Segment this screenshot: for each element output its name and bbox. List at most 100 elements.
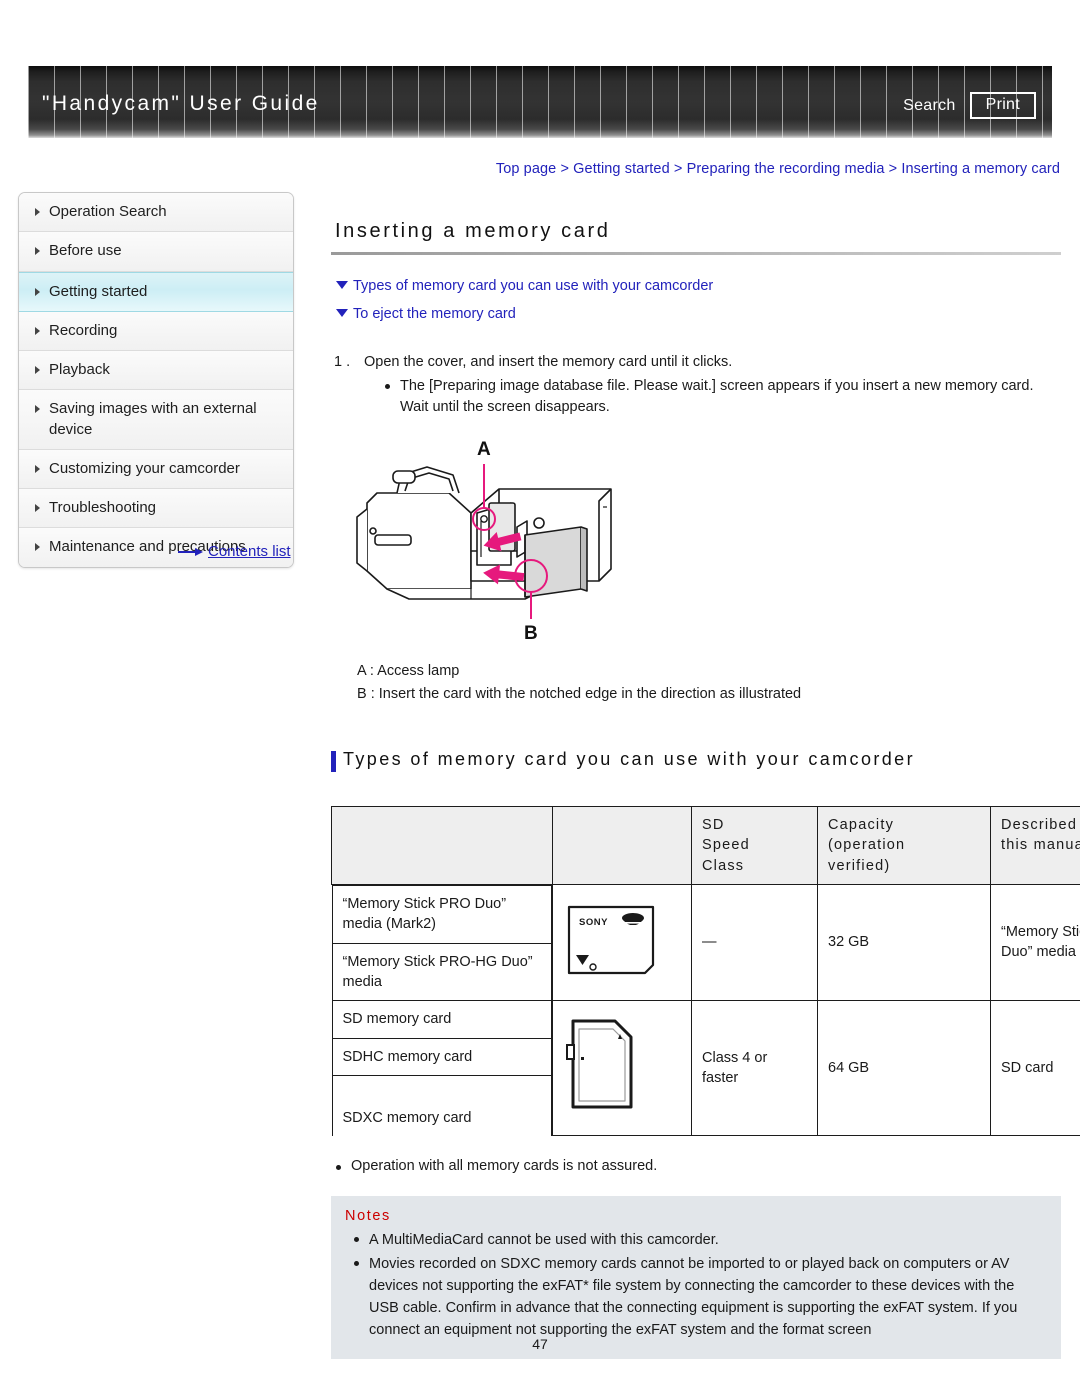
th-speed-line-1: SD [702,817,725,834]
card-name-sd: SD memory card [331,1000,552,1039]
card-name-sdhc: SDHC memory card [331,1037,552,1076]
th-capacity-line-1: Capacity [828,817,895,834]
sub-bullet: The [Preparing image database file. Plea… [383,376,1061,420]
sidebar-item-playback[interactable]: Playback [19,351,293,391]
table-body: “Memory Stick PRO Duo” media (Mark2) “Me… [331,884,1080,1137]
sd-names-table: SD memory card SDHC memory card SDXC mem… [331,1000,553,1136]
memory-stick-image-cell: SONY [552,884,692,1001]
step-number: 1 . [334,353,351,370]
chevron-right-icon [35,326,40,335]
th-capacity-line-3: verified) [828,857,891,874]
notes-title: Notes [345,1208,391,1225]
app-header: "Handycam" User Guide Search Print [28,66,1052,138]
table-row: SD memory card [331,1000,552,1039]
sidebar-item-before-use[interactable]: Before use [19,232,293,272]
contents-list-link[interactable]: Contents list [178,543,291,560]
table-head: SD Speed Class Capacity (operation verif… [331,806,1080,886]
page-number: 47 [532,1336,548,1352]
table-row-sd-cards: SD memory card SDHC memory card SDXC mem… [331,999,1080,1137]
sidebar-item-label: Troubleshooting [49,499,157,516]
page-title: Inserting a memory card [335,220,611,242]
sidebar-item-label: Before use [49,242,122,260]
memory-stick-described: “Memory Stick PRO Duo” media [990,884,1080,1001]
card-name-pro-duo: “Memory Stick PRO Duo” media (Mark2) [331,885,552,944]
sony-logo-text: SONY [579,917,608,928]
table-row: “Memory Stick PRO-HG Duo” media [331,942,552,1001]
sidebar-item-label: Customizing your camcorder [49,459,240,477]
th-speed-class: SD Speed Class [691,806,818,886]
sidebar-item-troubleshooting[interactable]: Troubleshooting [19,489,293,529]
title-divider [331,252,1061,255]
sidebar-item-label: Recording [49,321,118,339]
sidebar-item-saving-images[interactable]: Saving images with an external device [19,390,293,450]
sd-described: SD card [990,999,1080,1137]
camcorder-illustration: A B [349,431,679,646]
th-capacity-line-2: (operation [828,837,906,854]
memory-stick-pro-duo-icon: SONY [567,906,655,975]
sidebar-item-getting-started[interactable]: Getting started [19,271,293,312]
contents-list-label: Contents list [208,543,291,560]
sidebar-item-label: Operation Search [49,203,167,220]
triangle-down-icon [336,308,348,317]
memory-stick-name-cells: “Memory Stick PRO Duo” media (Mark2) “Me… [331,885,553,1001]
section-heading-card-types: Types of memory card you can use with yo… [331,749,1061,773]
sd-image-cell [552,999,692,1137]
chevron-right-icon [35,366,40,374]
after-table-note: Operation with all memory cards is not a… [331,1158,1061,1174]
sd-card-icon [566,1019,633,1109]
anchor-link-types[interactable]: Types of memory card you can use with yo… [335,277,1061,296]
sidebar-item-label: Saving images with an external device [49,400,257,438]
sd-speed-class: Class 4 or faster [691,999,818,1137]
step-1-sub-bullets: The [Preparing image database file. Plea… [383,376,1061,420]
memory-stick-speed-class: — [691,884,818,1001]
th-speed-line-3: Class [702,857,745,874]
th-described-line-1: Described in [1001,817,1080,834]
callout-a-label: A [477,439,491,460]
sidebar-item-recording[interactable]: Recording [19,311,293,351]
memory-stick-capacity: 32 GB [817,884,991,1001]
sidebar-item-operation-search[interactable]: Operation Search [19,193,293,233]
anchor-link-label: Types of memory card you can use with yo… [353,278,714,294]
table-row: “Memory Stick PRO Duo” media (Mark2) [331,885,552,944]
sidebar-item-customizing[interactable]: Customizing your camcorder [19,449,293,489]
sidebar-item-label: Getting started [49,282,148,300]
triangle-down-icon [336,281,348,289]
chevron-right-icon [35,247,40,256]
main-content: Inserting a memory card Types of memory … [331,192,1080,1360]
sd-capacity: 64 GB [817,999,991,1137]
th-described-in-manual: Described in this manual [990,806,1080,886]
caption-line-b: B : Insert the card with the notched edg… [357,685,802,702]
card-name-pro-hg-duo: “Memory Stick PRO-HG Duo” media [331,942,552,1001]
step-1: 1 . Open the cover, and insert the memor… [331,352,1061,373]
table-row: SDHC memory card [331,1037,552,1076]
th-card-name [331,806,553,886]
chevron-right-icon [35,464,40,473]
print-button[interactable]: Print [969,92,1036,119]
notes-box: Notes A MultiMediaCard cannot be used wi… [331,1196,1061,1360]
caption-line-a: A : Access lamp [357,663,460,680]
sd-name-cells: SD memory card SDHC memory card SDXC mem… [331,1000,553,1136]
instruction-steps: 1 . Open the cover, and insert the memor… [331,352,1061,420]
chevron-right-icon [35,405,40,414]
step-text: Open the cover, and insert the memory ca… [364,353,733,370]
th-speed-line-2: Speed [702,837,750,854]
sidebar-nav: Operation Search Before use Getting star… [18,192,294,568]
chevron-right-icon [35,287,40,296]
illustration-caption: A : Access lamp B : Insert the card with… [357,660,1061,705]
breadcrumb[interactable]: Top page > Getting started > Preparing t… [496,161,1060,177]
anchor-link-eject[interactable]: To eject the memory card [335,305,1061,324]
chevron-right-icon [35,504,40,512]
header-actions: Search Print [903,92,1036,119]
table-row: SDXC memory card [331,1074,552,1136]
sidebar-item-label: Playback [49,361,110,378]
chevron-right-icon [35,208,40,216]
card-name-sdxc: SDXC memory card [331,1074,552,1136]
table-row-memory-stick: “Memory Stick PRO Duo” media (Mark2) “Me… [331,884,1080,1001]
chevron-right-icon [35,543,40,552]
note-item: A MultiMediaCard cannot be used with thi… [345,1229,1047,1251]
search-button[interactable]: Search [903,97,956,115]
camcorder-memory-card-diagram: A B [356,439,612,644]
memory-stick-names-table: “Memory Stick PRO Duo” media (Mark2) “Me… [331,885,553,1001]
th-card-image [552,806,692,886]
th-described-line-2: this manual [1001,837,1080,854]
